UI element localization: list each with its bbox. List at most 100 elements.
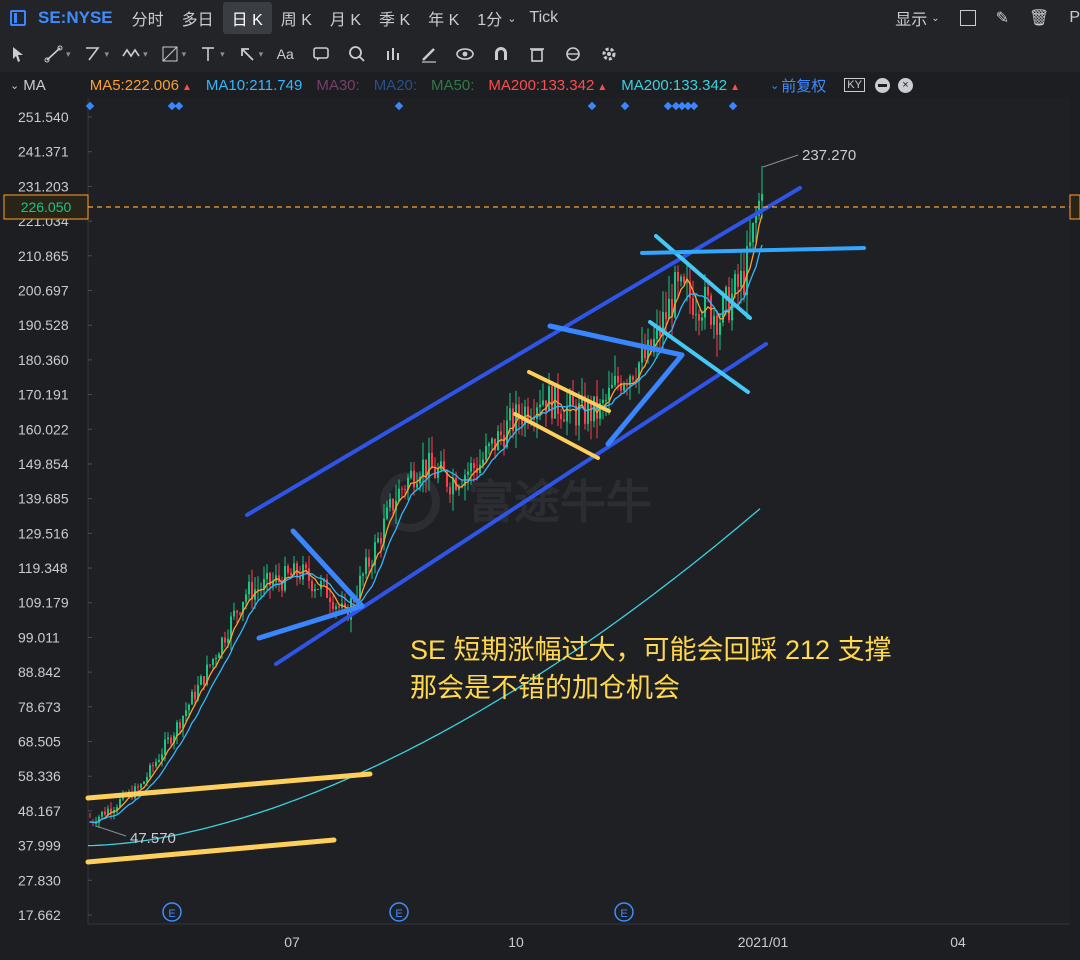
ma-value[interactable]: MA200:133.342 ▲ [621,77,740,94]
ma-value[interactable]: MA30: [316,77,359,94]
candle-body [287,565,289,573]
ma-value[interactable]: MA5:222.006 ▲ [90,77,192,94]
candle-body [296,563,298,577]
candle-body [221,637,223,654]
fib-tool-icon[interactable] [158,42,182,66]
ma-value-text: MA200:133.342 [621,76,728,94]
candle-body [587,401,589,424]
caret-icon[interactable]: ▾ [105,49,110,60]
timeframe-tab[interactable]: 多日 [173,2,223,34]
search-icon[interactable] [345,42,369,66]
x-tick-label: 04 [950,934,966,950]
timeframe-tab[interactable]: Tick [520,5,567,31]
cursor-icon[interactable] [6,42,30,66]
candle-body [167,737,169,740]
x-tick-label: 10 [508,934,524,950]
eye-icon[interactable] [453,42,477,66]
caret-icon[interactable]: ▾ [66,49,71,60]
current-price-label: 226.050 [21,199,72,215]
line-tool-icon[interactable] [42,42,66,66]
candle-body [104,811,106,815]
chevron-down-icon[interactable]: ⌄ [770,79,779,92]
y-tick-label: 37.999 [18,838,61,854]
candle-body [713,315,715,325]
timeframe-tab[interactable]: 季 K [370,2,419,34]
symbol-panel-icon[interactable] [10,10,26,26]
candle-body [398,488,400,501]
chevron-down-icon[interactable]: ⌄ [10,79,19,92]
adjust-mode-button[interactable]: 前复权 [781,75,826,96]
candle-body [224,637,226,643]
candle-body [734,274,736,294]
annotation-text: 那会是不错的加仓机会 [410,673,680,703]
candle-body [617,376,619,383]
candle-body [608,387,610,400]
collapse-icon[interactable] [874,77,890,93]
caret-icon[interactable]: ▾ [143,49,148,60]
candle-body [437,469,439,479]
up-arrow-icon: ▲ [730,81,741,93]
timeframe-tab[interactable]: 周 K [272,2,321,34]
right-truncated-label: P [1069,9,1080,26]
delete-drawing-icon[interactable] [525,42,549,66]
sync-icon[interactable] [561,42,585,66]
y-tick-label: 58.336 [18,768,61,784]
symbol-label[interactable]: SE:NYSE [38,8,113,28]
timeframe-tab[interactable]: 分时 [123,2,173,34]
wave-tool-icon[interactable] [119,42,143,66]
comment-tool-icon[interactable] [309,42,333,66]
pen-icon[interactable] [417,42,441,66]
timeframe-tab[interactable]: 年 K [419,2,468,34]
caret-icon[interactable]: ▾ [259,49,264,60]
candle-body [239,612,241,614]
text-tool-icon[interactable]: Aa [273,42,297,66]
magnet-icon[interactable] [489,42,513,66]
candle-body [236,610,238,613]
candle-body [716,315,718,335]
caret-icon[interactable]: ▾ [220,49,225,60]
caret-icon[interactable]: ▾ [182,49,187,60]
candle-body [179,722,181,729]
timeframe-tab[interactable]: 月 K [321,2,370,34]
candle-body [377,538,379,543]
candle-body [431,452,433,469]
price-chart[interactable]: 251.540241.371231.203221.034210.865200.6… [0,98,1080,960]
ma-value[interactable]: MA20: [374,77,417,94]
axis-settings-icon[interactable]: KY [844,78,865,92]
chevron-down-icon[interactable]: ⌄ [507,12,516,25]
candle-body [677,272,679,282]
candle-body [557,384,559,414]
candle-body [362,573,364,576]
polyline-tool-icon[interactable] [81,42,105,66]
arrow-tool-icon[interactable] [235,42,259,66]
brush-icon[interactable]: ✎ [996,8,1009,28]
y-tick-label: 170.191 [18,387,69,403]
top-toolbar: SE:NYSE 分时 多日日 K周 K月 K季 K年 K 1分 ⌄ Tick 显示 ⌄ … [0,0,1080,37]
candle-body [488,443,490,447]
candle-body [416,483,418,488]
candle-body [755,215,757,223]
ma-label[interactable]: MA [23,77,46,94]
candle-body [368,557,370,567]
chevron-down-icon[interactable]: ⌄ [931,13,939,24]
candle-body [467,471,469,475]
ma-value[interactable]: MA50: [431,77,474,94]
candle-body [317,589,319,591]
trash-icon[interactable]: 🗑 [1029,8,1049,28]
timeframe-tab[interactable]: 1分 [468,2,511,34]
measure-tool-icon[interactable] [196,42,220,66]
earnings-marker-label: E [620,908,627,920]
candle-body [539,404,541,408]
ma-value[interactable]: MA200:133.342 ▲ [488,77,607,94]
indicator-icon[interactable] [381,42,405,66]
candle-body [389,499,391,508]
display-button[interactable]: 显示 [895,6,927,30]
gear-icon[interactable] [597,42,621,66]
candle-body [143,781,145,785]
ma-items: MA5:222.006 ▲ MA10:211.749 MA30: MA20: MA50: M… [76,77,740,94]
candle-body [338,606,340,608]
ma-value[interactable]: MA10:211.749 [206,77,302,94]
window-square-icon[interactable] [959,10,976,26]
timeframe-tab[interactable]: 日 K [222,2,272,34]
close-icon[interactable]: × [897,77,913,93]
